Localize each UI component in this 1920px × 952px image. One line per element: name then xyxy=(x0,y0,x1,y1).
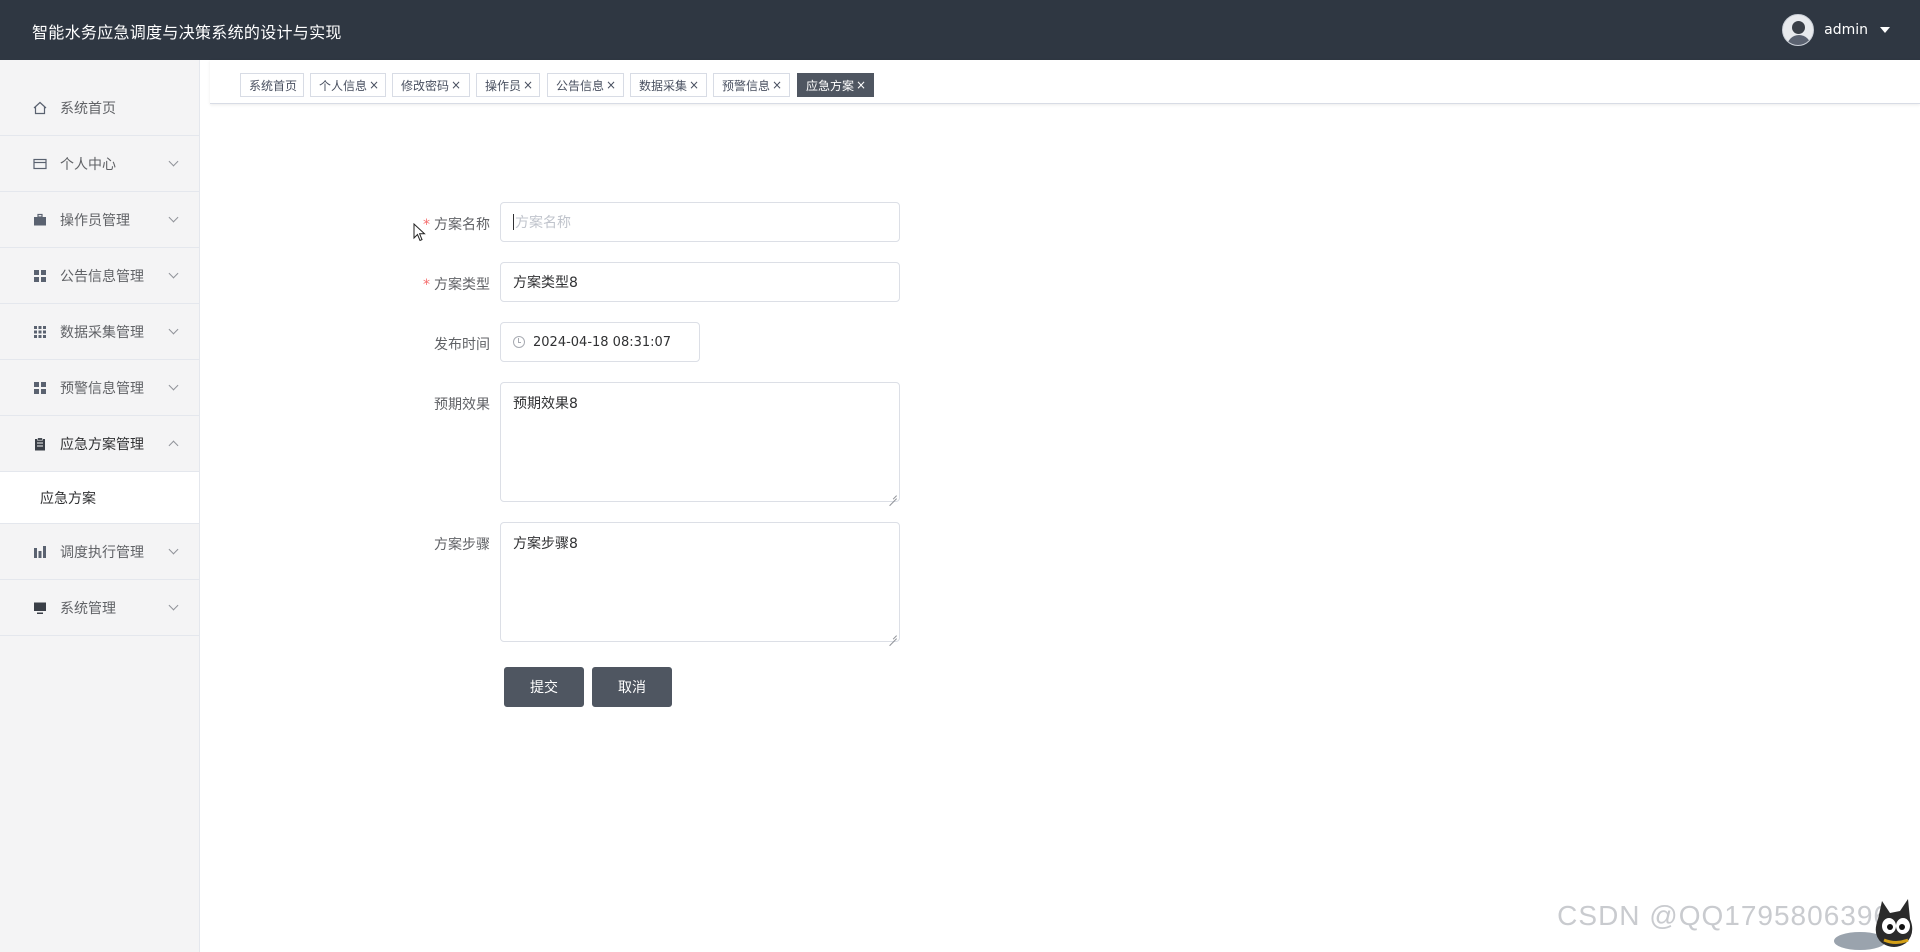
tab-operators[interactable]: 操作员 × xyxy=(476,73,540,97)
sidebar-item-label: 操作员管理 xyxy=(60,212,130,229)
briefcase-icon xyxy=(32,212,48,228)
sidebar-item-operators[interactable]: 操作员管理 xyxy=(0,192,199,248)
sidebar-item-label: 预警信息管理 xyxy=(60,380,144,397)
app-title: 智能水务应急调度与决策系统的设计与实现 xyxy=(32,23,342,42)
plan-type-value: 方案类型8 xyxy=(513,275,578,291)
sidebar-item-warnings[interactable]: 预警信息管理 xyxy=(0,360,199,416)
resize-handle-icon[interactable] xyxy=(889,491,897,499)
cancel-button[interactable]: 取消 xyxy=(592,667,672,707)
username[interactable]: admin xyxy=(1824,22,1868,38)
sidebar-item-label: 数据采集管理 xyxy=(60,324,144,341)
tab-home[interactable]: 系统首页 xyxy=(240,73,304,97)
required-mark: * xyxy=(423,277,430,293)
tab-label: 系统首页 xyxy=(249,78,298,93)
chevron-down-icon xyxy=(168,212,179,223)
home-icon xyxy=(32,100,48,116)
sidebar-item-data-collection[interactable]: 数据采集管理 xyxy=(0,304,199,360)
plan-type-input[interactable]: 方案类型8 xyxy=(500,262,900,302)
tab-change-password[interactable]: 修改密码 × xyxy=(392,73,470,97)
publish-time-label: 发布时间 xyxy=(434,337,490,353)
monitor-icon xyxy=(32,600,48,616)
mascot-cat-icon xyxy=(1820,885,1920,952)
tab-label: 操作员 xyxy=(485,78,522,93)
card-icon xyxy=(32,156,48,172)
sidebar-subitem-label: 应急方案 xyxy=(40,490,96,507)
expected-effect-label: 预期效果 xyxy=(434,397,490,413)
tab-label: 应急方案 xyxy=(806,78,855,93)
tab-personal-info[interactable]: 个人信息 × xyxy=(310,73,386,97)
top-header: 智能水务应急调度与决策系统的设计与实现 admin xyxy=(0,0,1920,60)
close-icon[interactable]: × xyxy=(606,78,616,92)
plan-name-placeholder: 方案名称 xyxy=(515,215,571,231)
sidebar-item-label: 系统首页 xyxy=(60,100,116,117)
sidebar-item-system[interactable]: 系统管理 xyxy=(0,580,199,636)
plan-steps-textarea[interactable]: 方案步骤8 xyxy=(500,522,900,642)
sidebar-item-emergency-plans[interactable]: 应急方案管理 xyxy=(0,416,199,472)
publish-time-value: 2024-04-18 08:31:07 xyxy=(533,334,672,350)
tab-label: 修改密码 xyxy=(401,78,450,93)
close-icon[interactable]: × xyxy=(689,78,699,92)
sidebar-item-dispatch[interactable]: 调度执行管理 xyxy=(0,524,199,580)
sidebar: 系统首页 个人中心 操作员管理 公告信息管理 数据采集管理 预警信息管理 应急方… xyxy=(0,60,200,952)
sidebar-item-personal-center[interactable]: 个人中心 xyxy=(0,136,199,192)
sidebar-item-label: 系统管理 xyxy=(60,600,116,617)
plan-name-input[interactable]: 方案名称 xyxy=(500,202,900,242)
grid-icon xyxy=(32,268,48,284)
chart-icon xyxy=(32,544,48,560)
tabs-bar: 系统首页 个人信息 × 修改密码 × 操作员 × 公告信息 × 数据采集 × 预… xyxy=(210,60,1920,104)
apps-icon xyxy=(32,324,48,340)
submit-button[interactable]: 提交 xyxy=(504,667,584,707)
chevron-down-icon xyxy=(168,380,179,391)
close-icon[interactable]: × xyxy=(369,78,379,92)
chevron-down-icon xyxy=(168,156,179,167)
chevron-down-icon xyxy=(168,600,179,611)
grid-icon xyxy=(32,380,48,396)
tab-warnings[interactable]: 预警信息 × xyxy=(713,73,790,97)
plan-name-label: * 方案名称 xyxy=(423,217,490,233)
sidebar-subitem-emergency-plan[interactable]: 应急方案 xyxy=(0,472,199,524)
tab-label: 公告信息 xyxy=(556,78,605,93)
sidebar-item-home[interactable]: 系统首页 xyxy=(0,80,199,136)
avatar[interactable] xyxy=(1782,14,1815,46)
tab-label: 个人信息 xyxy=(319,78,368,93)
tab-label: 预警信息 xyxy=(722,78,771,93)
resize-handle-icon[interactable] xyxy=(889,631,897,639)
plan-steps-value: 方案步骤8 xyxy=(513,536,578,552)
sidebar-item-label: 公告信息管理 xyxy=(60,268,144,285)
chevron-down-icon xyxy=(168,324,179,335)
clipboard-icon xyxy=(32,436,48,452)
clock-icon xyxy=(513,336,525,348)
close-icon[interactable]: × xyxy=(772,78,782,92)
text-cursor xyxy=(513,214,514,230)
close-icon[interactable]: × xyxy=(451,78,461,92)
sidebar-item-label: 个人中心 xyxy=(60,156,116,173)
sidebar-item-label: 调度执行管理 xyxy=(60,544,144,561)
tab-data-collection[interactable]: 数据采集 × xyxy=(630,73,707,97)
caret-down-icon[interactable] xyxy=(1880,27,1890,33)
expected-effect-value: 预期效果8 xyxy=(513,396,578,412)
close-icon[interactable]: × xyxy=(856,78,866,92)
sidebar-item-label: 应急方案管理 xyxy=(60,436,144,453)
tab-label: 数据采集 xyxy=(639,78,688,93)
chevron-up-icon xyxy=(168,440,179,451)
close-icon[interactable]: × xyxy=(523,78,533,92)
chevron-down-icon xyxy=(168,544,179,555)
expected-effect-textarea[interactable]: 预期效果8 xyxy=(500,382,900,502)
user-menu[interactable]: admin xyxy=(1782,14,1890,46)
plan-type-label: * 方案类型 xyxy=(423,277,490,293)
chevron-down-icon xyxy=(168,268,179,279)
tab-announcements[interactable]: 公告信息 × xyxy=(547,73,624,97)
plan-steps-label: 方案步骤 xyxy=(434,537,490,553)
publish-time-picker[interactable]: 2024-04-18 08:31:07 xyxy=(500,322,700,362)
sidebar-item-announcements[interactable]: 公告信息管理 xyxy=(0,248,199,304)
tab-emergency-plan[interactable]: 应急方案 × xyxy=(797,73,874,97)
